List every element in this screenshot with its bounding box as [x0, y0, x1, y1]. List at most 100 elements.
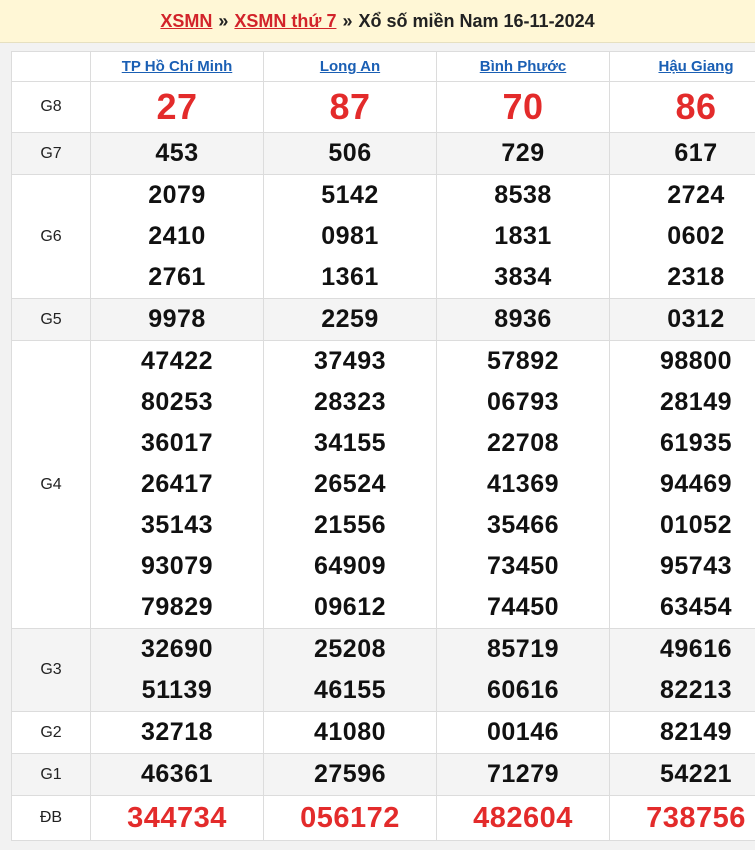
prize-number: 22708 [486, 429, 560, 457]
prize-number: 41369 [486, 470, 560, 498]
prize-cell: 87 [263, 81, 437, 133]
prize-number: 95743 [659, 552, 733, 580]
prize-number: 28323 [313, 388, 387, 416]
prize-number: 26524 [313, 470, 387, 498]
prize-label: G6 [11, 174, 91, 299]
prize-number: 01052 [659, 511, 733, 539]
prize-number: 2761 [148, 263, 206, 291]
prize-number: 71279 [486, 760, 560, 788]
prize-number: 2724 [667, 181, 725, 209]
prize-number: 8538 [494, 181, 552, 209]
prize-number: 1361 [321, 263, 379, 291]
corner-cell [11, 51, 91, 82]
prize-cell: 2724 0602 2318 [609, 174, 755, 299]
prize-number: 82213 [659, 676, 733, 704]
prize-label: G8 [11, 81, 91, 133]
prize-number: 27 [156, 86, 198, 127]
xsmn-link[interactable]: XSMN [160, 11, 212, 32]
prize-number: 344734 [127, 802, 227, 834]
prize-cell: 0312 [609, 298, 755, 341]
prize-number: 2259 [321, 305, 379, 333]
prize-cell: 729 [436, 132, 610, 175]
prize-cell: 344734 [90, 795, 264, 841]
prize-number: 57892 [486, 347, 560, 375]
prize-number: 3834 [494, 263, 552, 291]
results-frame: TP Hồ Chí Minh Long An Bình Phước Hậu Gi… [0, 43, 755, 850]
prize-number: 51139 [141, 676, 213, 704]
prize-number: 60616 [486, 676, 560, 704]
prize-number: 00146 [486, 718, 560, 746]
prize-number: 63454 [659, 593, 733, 621]
prize-cell: 453 [90, 132, 264, 175]
prize-cell: 2079 2410 2761 [90, 174, 264, 299]
prize-number: 25208 [313, 635, 387, 663]
prize-number: 46155 [313, 676, 387, 704]
prize-cell: 57892 06793 22708 41369 35466 73450 74450 [436, 340, 610, 629]
prize-row-g1: G1 46361 27596 71279 54221 [11, 753, 755, 796]
province-link-hcm[interactable]: TP Hồ Chí Minh [122, 58, 233, 75]
prize-number: 2079 [148, 181, 206, 209]
prize-cell: 27 [90, 81, 264, 133]
breadcrumb-separator: » [342, 10, 353, 31]
province-header: Hậu Giang [609, 51, 755, 82]
prize-cell: 00146 [436, 711, 610, 754]
prize-number: 85719 [486, 635, 560, 663]
prize-row-g6: G6 2079 2410 2761 5142 0981 1361 8538 1831 3834 27… [11, 174, 755, 299]
prize-cell: 54221 [609, 753, 755, 796]
prize-number: 32690 [140, 635, 214, 663]
prize-number: 80253 [140, 388, 214, 416]
prize-number: 21556 [313, 511, 387, 539]
province-link-hau-giang[interactable]: Hậu Giang [658, 58, 733, 75]
prize-row-db: ĐB 344734 056172 482604 738756 [11, 795, 755, 841]
xsmn-saturday-link[interactable]: XSMN thứ 7 [234, 11, 336, 32]
prize-number: 9978 [148, 305, 206, 333]
prize-number: 87 [329, 86, 371, 127]
prize-number: 36017 [140, 429, 214, 457]
prize-cell: 86 [609, 81, 755, 133]
prize-number: 09612 [313, 593, 387, 621]
prize-number: 46361 [140, 760, 214, 788]
prize-number: 47422 [140, 347, 214, 375]
prize-cell: 056172 [263, 795, 437, 841]
prize-number: 2410 [148, 222, 206, 250]
prize-number: 0602 [667, 222, 725, 250]
prize-cell: 98800 28149 61935 94469 01052 95743 63454 [609, 340, 755, 629]
prize-row-g3: G3 32690 51139 25208 46155 85719 60616 49616 822… [11, 628, 755, 712]
province-link-binh-phuoc[interactable]: Bình Phước [480, 58, 567, 75]
prize-label: G7 [11, 132, 91, 175]
prize-number: 506 [328, 139, 372, 167]
prize-number: 0981 [321, 222, 379, 250]
prize-number: 738756 [646, 802, 746, 834]
prize-cell: 8936 [436, 298, 610, 341]
prize-cell: 5142 0981 1361 [263, 174, 437, 299]
breadcrumb: XSMN » XSMN thứ 7 » Xổ số miền Nam 16-11… [0, 0, 755, 43]
prize-number: 27596 [313, 760, 387, 788]
prize-cell: 49616 82213 [609, 628, 755, 712]
page-title: Xổ số miền Nam 16-11-2024 [358, 10, 595, 31]
prize-cell: 41080 [263, 711, 437, 754]
prize-label: G3 [11, 628, 91, 712]
province-header-row: TP Hồ Chí Minh Long An Bình Phước Hậu Gi… [11, 51, 755, 82]
prize-cell: 85719 60616 [436, 628, 610, 712]
prize-number: 0312 [667, 305, 725, 333]
prize-number: 74450 [486, 593, 560, 621]
prize-row-g8: G8 27 87 70 86 [11, 81, 755, 133]
province-header: TP Hồ Chí Minh [90, 51, 264, 82]
prize-cell: 70 [436, 81, 610, 133]
prize-number: 93079 [140, 552, 214, 580]
prize-number: 86 [675, 86, 717, 127]
prize-number: 37493 [313, 347, 387, 375]
prize-row-g5: G5 9978 2259 8936 0312 [11, 298, 755, 341]
prize-cell: 32718 [90, 711, 264, 754]
prize-cell: 47422 80253 36017 26417 35143 93079 79829 [90, 340, 264, 629]
prize-number: 64909 [313, 552, 387, 580]
province-link-long-an[interactable]: Long An [320, 58, 380, 75]
prize-cell: 738756 [609, 795, 755, 841]
prize-cell: 2259 [263, 298, 437, 341]
prize-cell: 71279 [436, 753, 610, 796]
prize-label: G1 [11, 753, 91, 796]
prize-row-g7: G7 453 506 729 617 [11, 132, 755, 175]
prize-number: 35143 [140, 511, 214, 539]
prize-number: 2318 [667, 263, 725, 291]
prize-number: 453 [155, 139, 199, 167]
